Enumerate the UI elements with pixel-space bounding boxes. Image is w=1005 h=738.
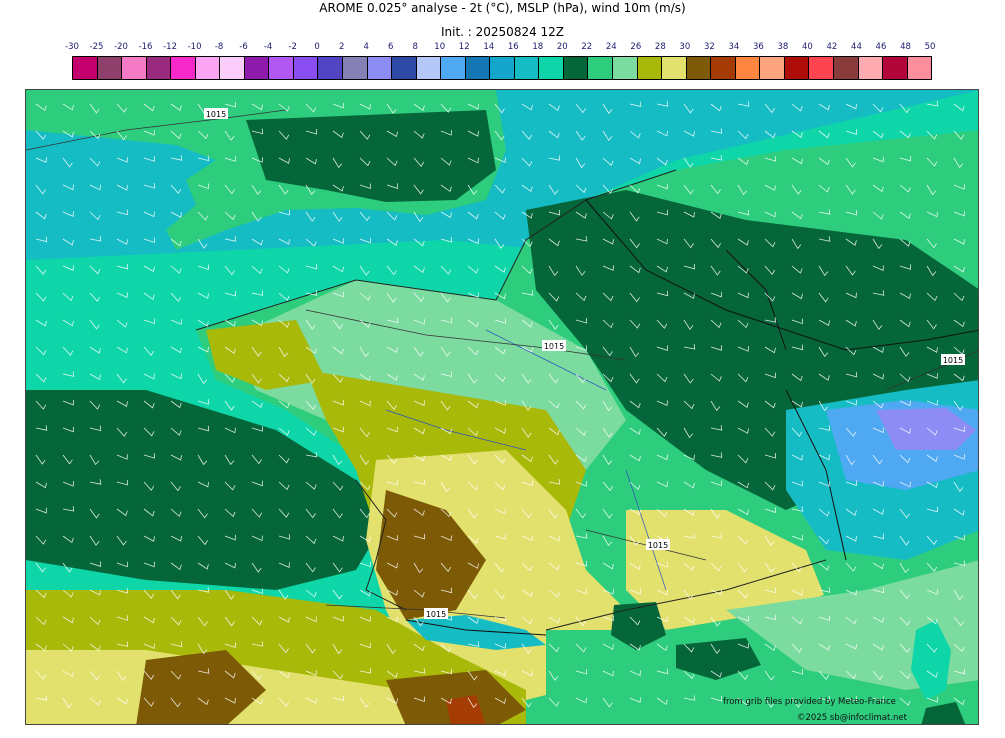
colorscale-tick-label: 0 — [314, 42, 320, 52]
colorscale-swatch — [146, 57, 172, 79]
colorscale-bar — [72, 56, 932, 80]
colorscale-tick-label: 42 — [826, 42, 838, 52]
colorscale-tick-label: 38 — [777, 42, 789, 52]
isobar-label: 1015 — [424, 608, 448, 619]
colorscale-swatch — [686, 57, 712, 79]
colorscale-tick-label: -10 — [187, 42, 202, 52]
data-source-credit: from grib files provided by Meteo-France — [723, 697, 896, 707]
colorscale-swatch — [907, 57, 932, 79]
colorscale-swatch — [343, 57, 368, 79]
colorscale-swatch — [195, 57, 221, 79]
map-title: AROME 0.025° analyse - 2t (°C), MSLP (hP… — [319, 1, 686, 15]
colorscale-swatch — [514, 57, 540, 79]
colorscale-swatch — [97, 57, 123, 79]
colorscale-tick-label: 18 — [532, 42, 544, 52]
colorscale-tick-label: 12 — [458, 42, 470, 52]
svg-text:1015: 1015 — [648, 541, 668, 550]
colorscale-tick-label: 46 — [875, 42, 887, 52]
colorscale-tick-label: -4 — [263, 42, 273, 52]
colorscale-tick-label: 32 — [703, 42, 715, 52]
colorscale-swatch — [735, 57, 761, 79]
isobar-label: 1015 — [941, 354, 965, 365]
colorscale-tick-label: -30 — [65, 42, 79, 52]
colorscale-tick-label: 14 — [483, 42, 495, 52]
weather-map: 1015 1015 1015 1015 1015 — [25, 89, 979, 725]
colorscale-swatch — [613, 57, 638, 79]
colorscale-swatch — [269, 57, 294, 79]
colorscale-tick-label: -6 — [239, 42, 248, 52]
colorscale-tick-label: 8 — [412, 42, 418, 52]
colorscale-tick-label: -12 — [163, 42, 177, 52]
colorscale-tick-label: 2 — [338, 42, 345, 52]
colorscale-swatch — [367, 57, 393, 79]
colorscale-tick-label: -8 — [214, 42, 224, 52]
colorscale-swatch — [244, 57, 270, 79]
colorscale-tick-label: 48 — [900, 42, 911, 52]
colorscale-swatch — [539, 57, 564, 79]
colorscale-tick-label: 28 — [654, 42, 666, 52]
colorscale-swatch — [122, 57, 147, 79]
colorscale-tick-label: -25 — [89, 42, 104, 52]
svg-text:1015: 1015 — [544, 342, 564, 351]
colorscale-swatch — [760, 57, 785, 79]
colorscale-swatch — [392, 57, 417, 79]
colorscale-swatch — [318, 57, 344, 79]
colorscale-swatch — [833, 57, 859, 79]
colorscale-tick-label: 40 — [802, 42, 813, 52]
colorscale-tick-label: 6 — [387, 42, 394, 52]
colorscale-tick-label: 10 — [434, 42, 446, 52]
colorscale-swatch — [73, 57, 98, 79]
colorscale-swatch — [563, 57, 589, 79]
colorscale-tick-label: 36 — [752, 42, 764, 52]
colorscale-tick-label: 22 — [581, 42, 593, 52]
colorscale-swatch — [662, 57, 687, 79]
isobar-label: 1015 — [204, 108, 228, 119]
colorscale-tick-label: -16 — [138, 42, 153, 52]
colorscale-swatch — [490, 57, 515, 79]
colorscale-swatch — [171, 57, 196, 79]
colorscale-tick-label: 26 — [630, 42, 642, 52]
colorscale-tick-label: -20 — [114, 42, 128, 52]
colorscale-swatch — [711, 57, 736, 79]
colorscale-tick-label: 44 — [851, 42, 862, 52]
colorscale-tick-label: 34 — [728, 42, 740, 52]
colorscale-tick-label: 20 — [556, 42, 568, 52]
colorscale-swatch — [637, 57, 663, 79]
colorscale-swatch — [883, 57, 908, 79]
colorscale-tick-label: 30 — [679, 42, 691, 52]
colorscale-tick-label: 4 — [363, 42, 369, 52]
colorscale-swatch — [809, 57, 834, 79]
colorscale-tick-label: -2 — [288, 42, 297, 52]
init-time: Init. : 20250824 12Z — [440, 25, 565, 39]
colorscale-swatch — [441, 57, 466, 79]
copyright-credit: ©2025 sb@infoclimat.net — [797, 713, 907, 723]
svg-text:1015: 1015 — [206, 110, 226, 119]
colorscale-tick-label: 50 — [924, 42, 936, 52]
colorscale-swatch — [858, 57, 884, 79]
colorscale-swatch — [588, 57, 614, 79]
colorscale-swatch — [220, 57, 245, 79]
isobar-label: 1015 — [542, 340, 566, 351]
colorscale-labels: -30 -25 -20 -16 -12 -10 -8 -6 -4 -2 0 2 4 6 8 10 12 14 16 1… — [65, 42, 935, 54]
colorscale-swatch — [784, 57, 810, 79]
colorscale-tick-label: 24 — [605, 42, 617, 52]
svg-text:1015: 1015 — [943, 356, 963, 365]
colorscale-swatch — [416, 57, 442, 79]
colorscale-swatch — [465, 57, 491, 79]
colorscale-swatch — [293, 57, 319, 79]
colorscale-tick-label: 16 — [507, 42, 519, 52]
